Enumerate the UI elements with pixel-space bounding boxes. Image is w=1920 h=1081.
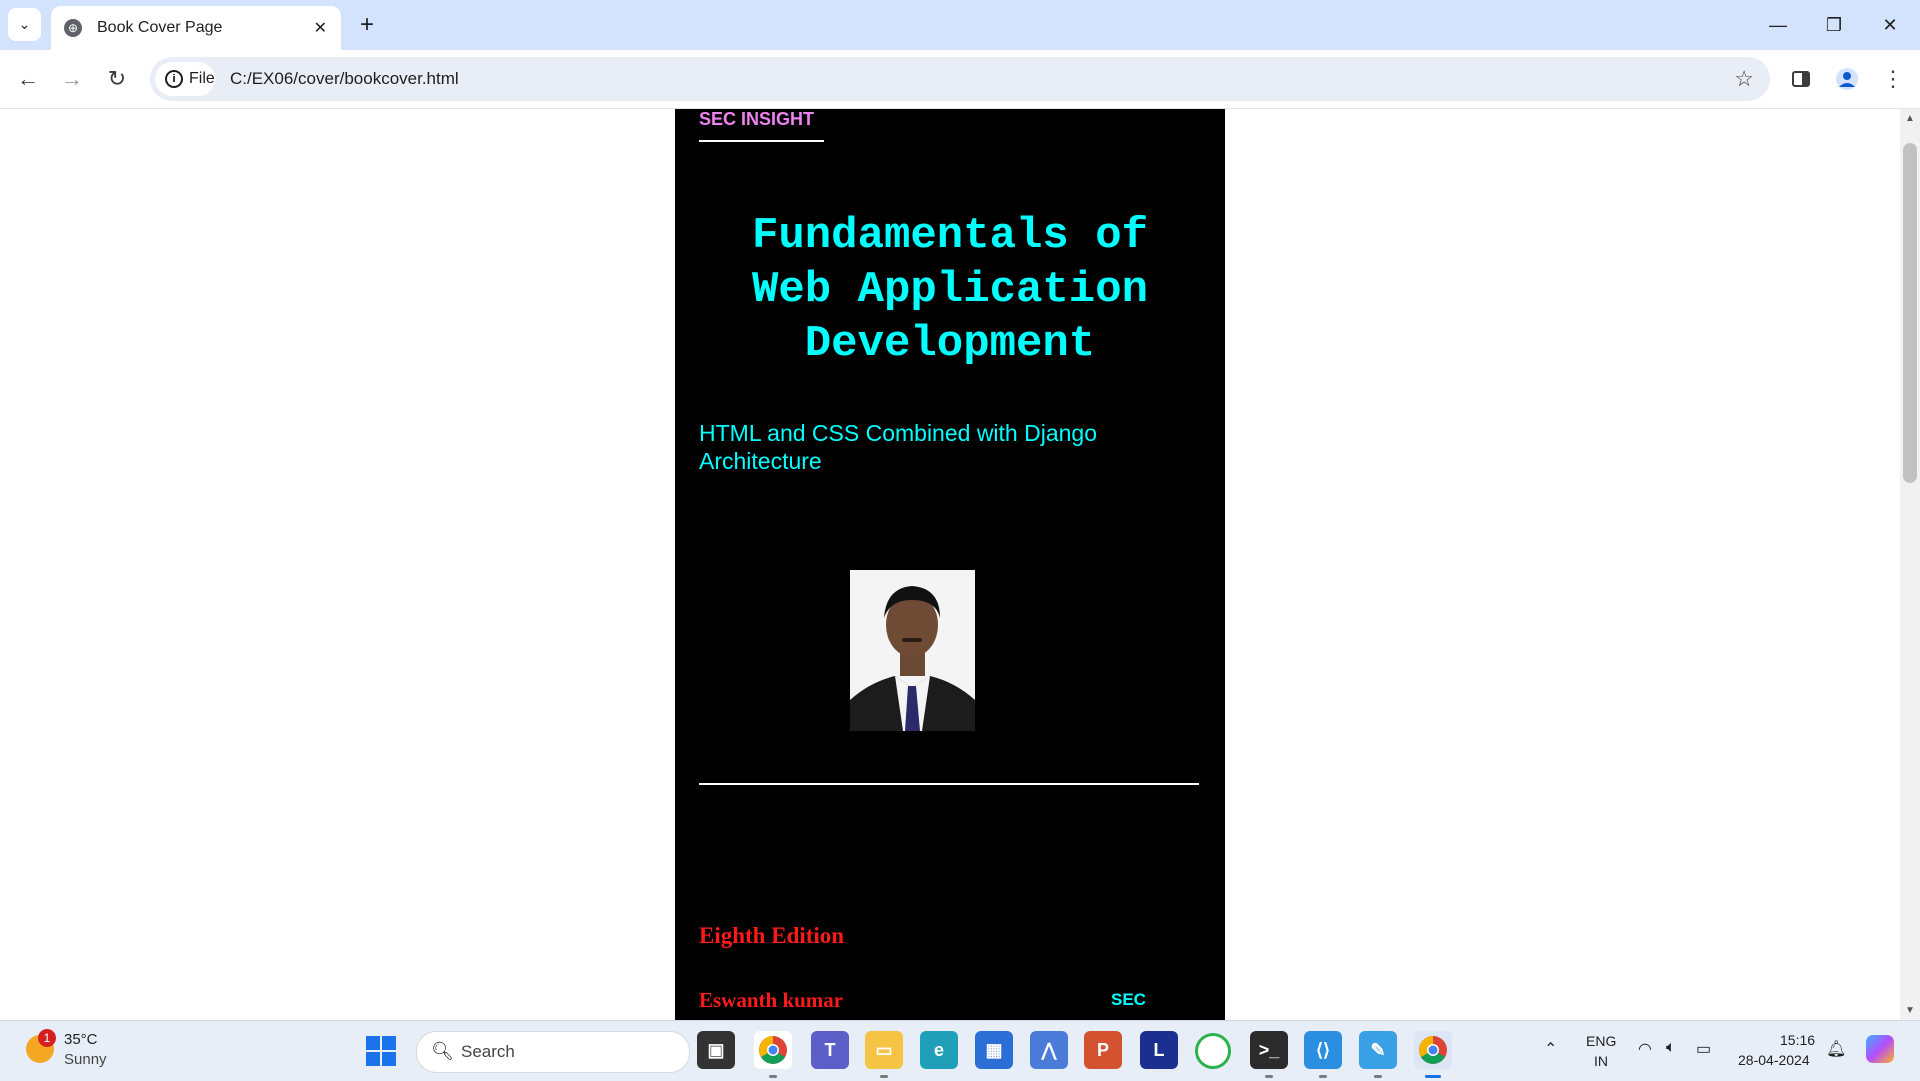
edition-label: Eighth Edition: [699, 923, 845, 948]
vertical-scrollbar[interactable]: ▲ ▼: [1900, 109, 1920, 1020]
tab-search-button[interactable]: ⌄: [8, 8, 41, 41]
reload-button[interactable]: ↻: [99, 61, 135, 97]
active-indicator: [1425, 1075, 1441, 1078]
notification-bell-icon[interactable]: 🔔︎: [1826, 1039, 1846, 1059]
back-button[interactable]: ←: [10, 61, 46, 97]
store-icon[interactable]: ▦: [975, 1031, 1013, 1069]
side-panel-icon: [1792, 71, 1810, 87]
scroll-thumb[interactable]: [1903, 143, 1917, 483]
copilot-icon[interactable]: [1866, 1035, 1894, 1063]
app-icon[interactable]: ⋀: [1030, 1031, 1068, 1069]
tab-active[interactable]: ⊕ Book Cover Page ✕: [51, 6, 341, 50]
arrow-left-icon: ←: [17, 66, 39, 91]
volume-muted-icon[interactable]: 🔈︎: [1666, 1039, 1676, 1057]
browser-toolbar: ← → ↻ i File C:/EX06/cover/bookcover.htm…: [0, 50, 1920, 109]
close-icon: ✕: [1882, 14, 1898, 35]
lang-line2[interactable]: IN: [1594, 1053, 1608, 1069]
edge-icon[interactable]: e: [920, 1031, 958, 1069]
teams-icon[interactable]: T: [811, 1031, 849, 1069]
chevron-down-icon: ⌄: [18, 16, 31, 32]
site-info-chip[interactable]: i File: [155, 62, 215, 96]
chrome-logo-icon: [1419, 1036, 1447, 1064]
arrow-right-icon: →: [61, 66, 83, 91]
restore-button[interactable]: ❐: [1806, 0, 1862, 50]
menu-button[interactable]: ⋮: [1875, 61, 1911, 97]
running-indicator: [769, 1075, 777, 1078]
globe-icon: ⊕: [64, 19, 82, 37]
chrome-icon[interactable]: [754, 1031, 792, 1069]
lang-line1[interactable]: ENG: [1586, 1033, 1616, 1049]
close-window-button[interactable]: ✕: [1862, 0, 1918, 50]
side-panel-button[interactable]: [1783, 61, 1819, 97]
paint-icon[interactable]: ✎: [1359, 1031, 1397, 1069]
vscode-icon[interactable]: ⟨⟩: [1304, 1031, 1342, 1069]
tab-title: Book Cover Page: [97, 19, 223, 36]
powerpoint-icon[interactable]: P: [1084, 1031, 1122, 1069]
profile-icon: [1836, 68, 1858, 90]
author-portrait-image: [850, 570, 975, 731]
forward-button[interactable]: →: [54, 61, 90, 97]
search-icon: 🔍︎: [431, 1041, 454, 1061]
author-name: Eswanth kumar: [699, 988, 844, 1012]
running-indicator: [1265, 1075, 1273, 1078]
book-title: Fundamentals of Web Application Developm…: [699, 209, 1201, 371]
publisher-label: SEC: [1111, 990, 1146, 1009]
restore-icon: ❐: [1825, 14, 1843, 35]
title-line: Development: [804, 319, 1096, 369]
book-cover: SEC INSIGHT Fundamentals of Web Applicat…: [675, 109, 1225, 1020]
close-icon[interactable]: ✕: [314, 18, 327, 38]
weather-condition[interactable]: Sunny: [64, 1051, 107, 1068]
scroll-up-icon[interactable]: ▲: [1905, 113, 1915, 124]
page-viewport: SEC INSIGHT Fundamentals of Web Applicat…: [0, 109, 1900, 1020]
site-info-label: File: [189, 70, 215, 87]
divider-rule: [699, 783, 1199, 785]
running-indicator: [880, 1075, 888, 1078]
minimize-button[interactable]: —: [1750, 0, 1806, 50]
scroll-down-icon[interactable]: ▼: [1905, 1005, 1915, 1016]
bookmark-star-icon[interactable]: ☆: [1734, 66, 1754, 92]
wifi-icon[interactable]: ◠: [1638, 1039, 1652, 1059]
l-app-icon[interactable]: L: [1140, 1031, 1178, 1069]
start-windows-icon[interactable]: [366, 1036, 396, 1066]
tab-strip: ⌄ ⊕ Book Cover Page ✕ + — ❐ ✕: [0, 0, 1920, 50]
brand-heading: SEC INSIGHT: [699, 109, 824, 142]
battery-icon[interactable]: ▭: [1696, 1039, 1711, 1059]
new-tab-button[interactable]: +: [352, 10, 382, 40]
address-bar[interactable]: i File C:/EX06/cover/bookcover.html ☆: [150, 57, 1770, 101]
clock-time[interactable]: 15:16: [1780, 1032, 1815, 1048]
file-explorer-icon[interactable]: ▭: [865, 1031, 903, 1069]
title-line: Fundamentals of: [751, 211, 1149, 261]
author-photo: [850, 570, 975, 731]
search-placeholder: Search: [461, 1042, 515, 1061]
chevron-up-icon[interactable]: ⌃: [1544, 1039, 1557, 1059]
profile-button[interactable]: [1829, 61, 1865, 97]
taskbar: 1 35°C Sunny 🔍︎ Search ▣ T ▭ e ▦ ⋀ P L >…: [0, 1020, 1920, 1081]
chrome-logo-icon: [759, 1036, 787, 1064]
reload-icon: ↻: [107, 66, 127, 91]
book-subtitle: HTML and CSS Combined with Django Archit…: [699, 420, 1097, 474]
terminal-icon[interactable]: >_: [1250, 1031, 1288, 1069]
taskbar-search[interactable]: 🔍︎ Search: [416, 1031, 690, 1073]
task-view-icon[interactable]: ▣: [697, 1031, 735, 1069]
kebab-menu-icon: ⋮: [1882, 66, 1904, 91]
weather-badge: 1: [38, 1029, 56, 1047]
info-icon: i: [165, 70, 183, 88]
title-line: Web Application: [751, 265, 1149, 315]
weather-temp[interactable]: 35°C: [64, 1031, 98, 1048]
circle-app-icon[interactable]: [1195, 1033, 1231, 1069]
minimize-icon: —: [1769, 14, 1787, 35]
running-indicator: [1319, 1075, 1327, 1078]
running-indicator: [1374, 1075, 1382, 1078]
clock-date[interactable]: 28-04-2024: [1738, 1052, 1810, 1068]
chrome-active-icon[interactable]: [1414, 1031, 1452, 1069]
url-text[interactable]: C:/EX06/cover/bookcover.html: [230, 69, 459, 89]
